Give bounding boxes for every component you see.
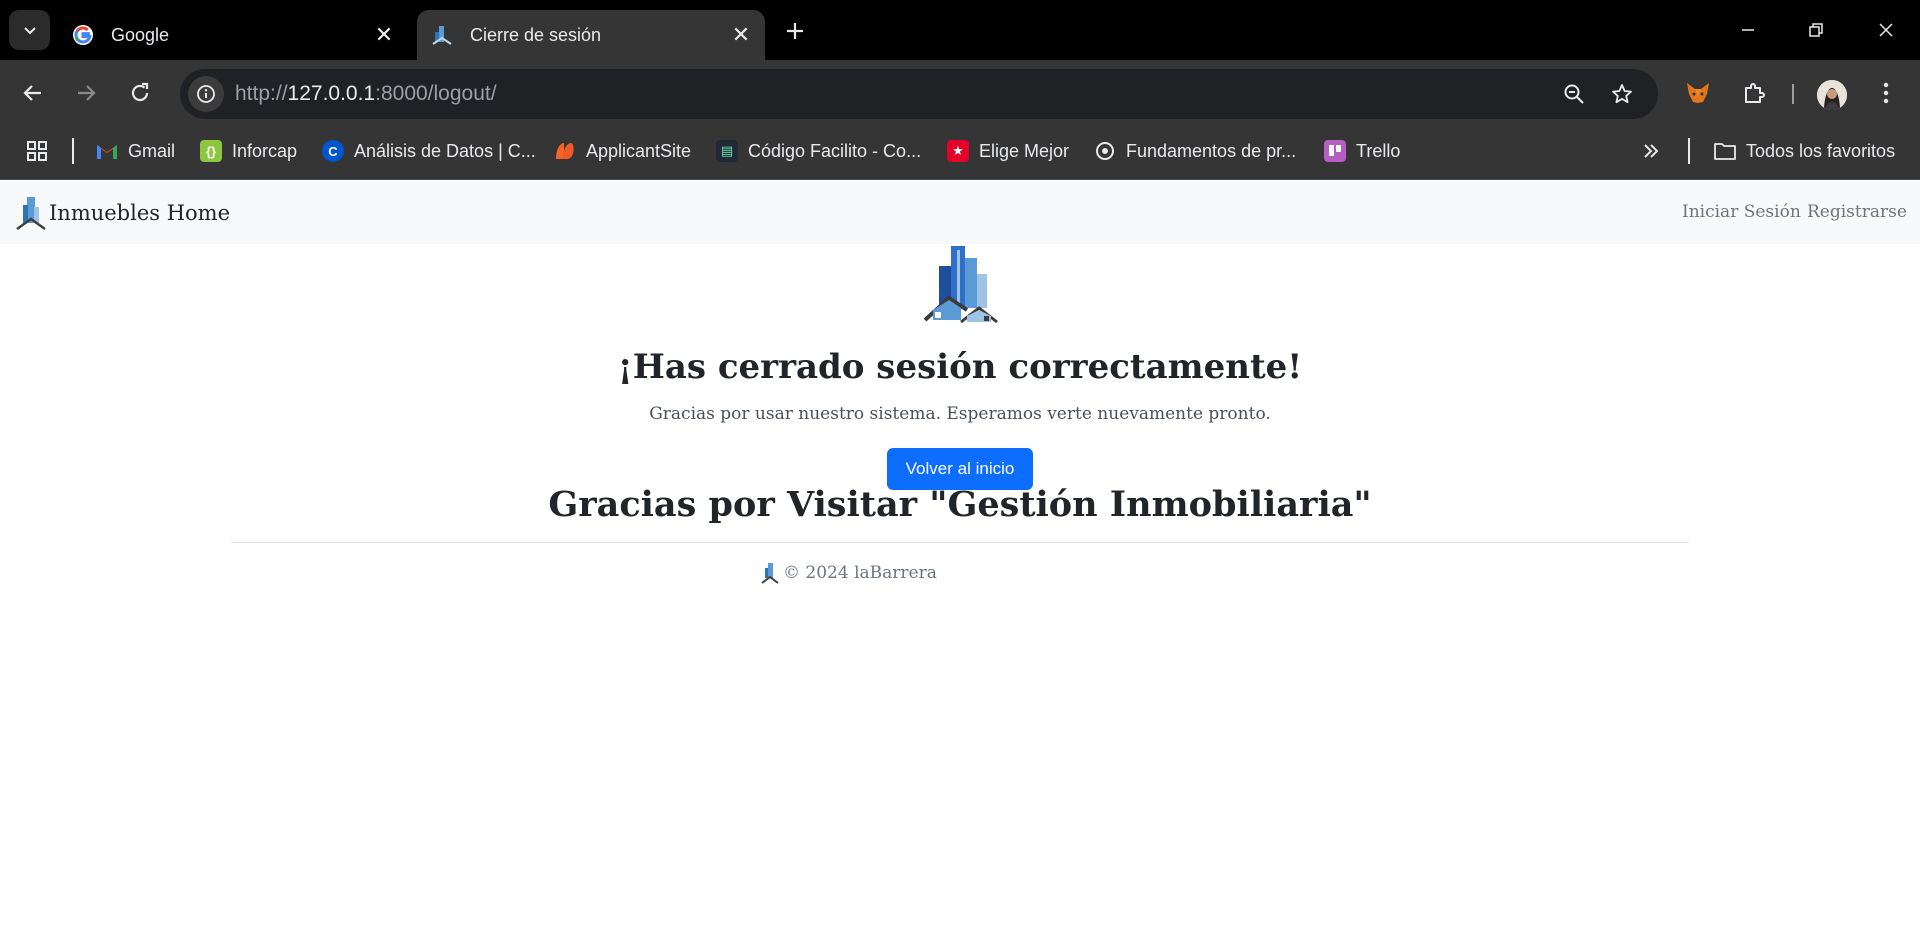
building-icon	[430, 23, 454, 47]
site-navbar: Inmuebles Home Iniciar Sesión Registrars…	[0, 181, 1920, 244]
url-text[interactable]: http://127.0.0.1:8000/logout/	[235, 82, 497, 106]
bookmark-label: Trello	[1356, 140, 1401, 161]
google-icon	[71, 23, 95, 47]
minimize-icon	[1742, 29, 1754, 31]
gmail-icon	[96, 140, 118, 162]
tab-logout[interactable]: Cierre de sesión ✕	[417, 10, 765, 60]
bookmarks-divider	[72, 138, 74, 164]
logout-heading: ¡Has cerrado sesión correctamente!	[617, 347, 1303, 387]
tab-strip: Google ✕ Cierre de sesión ✕	[0, 0, 1920, 60]
puzzle-icon	[1745, 83, 1765, 103]
copyright-text: © 2024 laBarrera	[783, 563, 937, 583]
profile-photo-icon	[1817, 80, 1847, 110]
back-button[interactable]	[15, 75, 51, 111]
footer-copyright: © 2024 laBarrera	[761, 562, 937, 584]
inforcap-icon: {}	[200, 140, 222, 162]
tab-google[interactable]: Google ✕	[58, 10, 408, 60]
arrow-right-icon	[78, 85, 96, 101]
reload-button[interactable]	[122, 75, 158, 111]
bookmark-inforcap[interactable]: {} Inforcap	[200, 136, 297, 166]
close-tab-icon[interactable]: ✕	[726, 20, 756, 50]
bookmarks-bar: Gmail {} Inforcap C Análisis de Datos | …	[0, 126, 1920, 180]
trello-icon	[1324, 140, 1346, 162]
footer-divider	[231, 542, 1689, 543]
zoom-button[interactable]	[1558, 78, 1590, 110]
restore-button[interactable]	[1796, 10, 1836, 50]
brand-link[interactable]: Inmuebles Home	[15, 195, 230, 231]
login-link[interactable]: Iniciar Sesión	[1682, 202, 1801, 222]
browser-toolbar: http://127.0.0.1:8000/logout/	[0, 60, 1920, 126]
bookmark-label: Fundamentos de pr...	[1126, 140, 1297, 161]
eligemejor-icon: ★	[947, 140, 969, 162]
tab-title: Google	[111, 24, 170, 45]
fox-icon	[1687, 83, 1709, 103]
bookmark-applicantsite[interactable]: ApplicantSite	[554, 136, 691, 166]
real-estate-logo	[923, 246, 998, 324]
more-vertical-icon	[1883, 82, 1889, 104]
apps-grid-icon	[27, 141, 47, 161]
chevron-down-icon	[23, 27, 36, 35]
bookmark-gmail[interactable]: Gmail	[96, 136, 175, 166]
all-bookmarks-folder[interactable]: Todos los favoritos	[1714, 136, 1895, 166]
bookmark-label: Elige Mejor	[979, 140, 1070, 161]
close-icon	[1879, 23, 1893, 37]
more-bookmarks-button[interactable]	[1642, 136, 1660, 166]
apps-button[interactable]	[26, 136, 48, 166]
extensions-button[interactable]	[1736, 75, 1772, 111]
star-icon	[1612, 84, 1632, 104]
new-tab-button[interactable]	[779, 15, 811, 47]
plus-icon	[787, 23, 803, 39]
footer-title: Gracias por Visitar "Gestión Inmobiliari…	[548, 484, 1372, 525]
minimize-button[interactable]	[1728, 10, 1768, 50]
site-info-button[interactable]	[188, 76, 224, 112]
bookmark-star-button[interactable]	[1606, 78, 1638, 110]
address-bar[interactable]: http://127.0.0.1:8000/logout/	[180, 69, 1658, 119]
bookmark-label: Inforcap	[232, 140, 298, 161]
bookmark-label: Gmail	[128, 140, 176, 161]
brand-name: Inmuebles Home	[49, 201, 231, 225]
building-logo-icon	[16, 197, 46, 231]
url-path: :8000/logout/	[375, 82, 497, 105]
bookmark-trello[interactable]: Trello	[1324, 136, 1400, 166]
bookmark-codigofacilito[interactable]: ▤ Código Facilito - Co...	[716, 136, 921, 166]
metamask-extension-button[interactable]	[1680, 75, 1716, 111]
coursera-icon: C	[322, 140, 344, 162]
forward-button[interactable]	[68, 75, 104, 111]
chevron-double-right-icon	[1644, 144, 1659, 158]
all-bookmarks-label: Todos los favoritos	[1746, 140, 1896, 161]
reload-icon	[131, 82, 149, 102]
bookmark-label: ApplicantSite	[586, 140, 692, 161]
restore-icon	[1809, 23, 1823, 37]
codigofacilito-icon: ▤	[716, 140, 738, 162]
logout-message: Gracias por usar nuestro sistema. Espera…	[649, 404, 1271, 424]
applicantsite-icon	[554, 140, 576, 162]
folder-icon	[1714, 140, 1736, 162]
fundamentos-icon	[1094, 140, 1116, 162]
arrow-left-icon	[23, 85, 41, 101]
info-icon	[197, 85, 215, 103]
tab-search-button[interactable]	[9, 10, 50, 50]
toolbar-divider	[1792, 84, 1794, 104]
zoom-out-icon	[1564, 84, 1584, 104]
bookmark-label: Código Facilito - Co...	[748, 140, 922, 161]
close-window-button[interactable]	[1866, 10, 1906, 50]
building-logo-icon	[761, 563, 779, 584]
register-link[interactable]: Registrarse	[1807, 202, 1907, 222]
menu-button[interactable]	[1868, 75, 1904, 111]
profile-avatar[interactable]	[1817, 80, 1847, 110]
bookmark-label: Análisis de Datos | C...	[354, 140, 536, 161]
bookmark-analisis[interactable]: C Análisis de Datos | C...	[322, 136, 536, 166]
bookmark-eligemejor[interactable]: ★ Elige Mejor	[947, 136, 1069, 166]
bookmarks-divider	[1688, 138, 1690, 164]
tab-title: Cierre de sesión	[470, 24, 602, 45]
url-host: 127.0.0.1	[287, 82, 376, 105]
url-scheme: http://	[235, 82, 288, 105]
bookmark-fundamentos[interactable]: Fundamentos de pr...	[1094, 136, 1296, 166]
close-tab-icon[interactable]: ✕	[369, 20, 399, 50]
